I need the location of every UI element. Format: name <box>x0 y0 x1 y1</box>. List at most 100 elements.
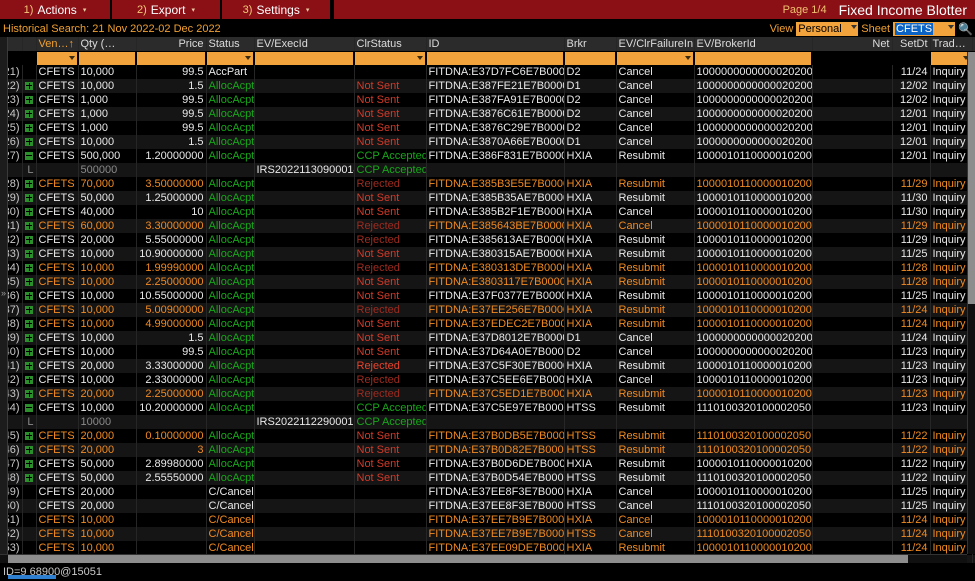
expand-row-icon[interactable] <box>22 78 37 93</box>
table-row[interactable]: 33) CFETS 10,000 10.90000000 AllocAcpt Not Se… <box>0 246 975 261</box>
column-header-qty[interactable]: Qty (… <box>78 37 137 52</box>
column-header-execid[interactable]: EV/ExecId <box>254 37 355 52</box>
table-row[interactable]: 34) CFETS 10,000 1.99990000 AllocAcpt Rejecte… <box>0 260 975 275</box>
expand-row-icon[interactable] <box>22 274 37 289</box>
expand-row-icon[interactable] <box>22 92 37 107</box>
table-row[interactable]: 43) CFETS 20,000 2.25000000 AllocAcpt Rejecte… <box>0 386 975 401</box>
collapse-row-icon[interactable] <box>22 148 37 163</box>
column-header-id[interactable]: ID <box>426 37 565 52</box>
horizontal-scrollbar[interactable] <box>0 554 967 563</box>
expand-row-icon[interactable] <box>22 176 37 191</box>
table-row[interactable]: 52) CFETS 10,000 C/Cancel FITDNA:E37EE7B9E7B… <box>0 526 975 541</box>
column-filter-brokerid[interactable] <box>694 51 813 65</box>
menu-export-button[interactable]: 2) Export ▾ <box>112 0 222 19</box>
expand-row-icon[interactable] <box>22 358 37 373</box>
expand-row-icon[interactable] <box>22 232 37 247</box>
table-row[interactable]: 38) CFETS 10,000 4.99000000 AllocAcpt Not Sen… <box>0 316 975 331</box>
column-header-clr[interactable]: ClrStatus <box>354 37 427 52</box>
table-row[interactable]: 46) CFETS 20,000 3 AllocAcpt Not Sent FITDNA:E… <box>0 442 975 457</box>
search-icon[interactable]: 🔍 <box>958 22 973 36</box>
table-row[interactable]: 36) CFETS 10,000 10.55000000 AllocAcpt Not Se… <box>0 288 975 303</box>
table-row[interactable]: 50) CFETS 20,000 C/Cancel FITDNA:E37EE8F3E7B… <box>0 498 975 513</box>
table-row[interactable]: 53) CFETS 10,000 C/Cancel FITDNA:E37EE09DE7B… <box>0 540 975 555</box>
table-row[interactable]: 26) CFETS 10,000 1.5 AllocAcpt Not Sent FITDNA… <box>0 134 975 149</box>
expand-row-icon[interactable] <box>22 218 37 233</box>
expand-row-icon[interactable] <box>22 288 37 303</box>
vertical-scrollbar[interactable] <box>967 52 975 554</box>
table-row[interactable]: 37) CFETS 10,000 5.00900000 AllocAcpt Rejecte… <box>0 302 975 317</box>
table-row[interactable]: 21) CFETS 10,000 99.5 AccPart FITDNA:E37D7FC6… <box>0 64 975 79</box>
table-row[interactable]: 30) CFETS 40,000 10 AllocAcpt Not Sent FITDNA:… <box>0 204 975 219</box>
expand-row-icon[interactable] <box>22 260 37 275</box>
table-body[interactable]: 21) CFETS 10,000 99.5 AccPart FITDNA:E37D7FC6… <box>0 64 975 563</box>
expand-row-icon[interactable] <box>22 302 37 317</box>
vertical-scroll-thumb[interactable] <box>968 52 975 304</box>
column-filter-id[interactable] <box>426 51 565 65</box>
blotter-grid[interactable]: Ven…↑ Qty (… Price Status EV/ExecId ClrStatus… <box>0 37 975 563</box>
column-filter-trad[interactable] <box>930 51 973 65</box>
table-row[interactable]: 49) CFETS 20,000 C/Cancel FITDNA:E37EE8F3E7B… <box>0 484 975 499</box>
table-row[interactable]: 27) CFETS 500,000 1.20000000 AllocAcpt CCP Ac… <box>0 148 975 163</box>
table-row[interactable]: 22) CFETS 10,000 1.5 AllocAcpt Not Sent FITDNA… <box>0 78 975 93</box>
expand-left-chevron-icon[interactable]: » <box>1 288 6 298</box>
table-row[interactable]: 28) CFETS 70,000 3.50000000 AllocAcpt Rejecte… <box>0 176 975 191</box>
table-row[interactable]: 32) CFETS 20,000 5.55000000 AllocAcpt Rejecte… <box>0 232 975 247</box>
sheet-dropdown[interactable]: CFETS <box>893 21 956 36</box>
column-filter-ven[interactable] <box>36 51 79 65</box>
column-filter-clr[interactable] <box>354 51 427 65</box>
column-filter-row[interactable] <box>0 51 975 65</box>
expand-row-icon[interactable] <box>22 372 37 387</box>
expand-row-icon[interactable] <box>22 316 37 331</box>
column-filter-execid[interactable] <box>254 51 355 65</box>
column-header-ven[interactable]: Ven…↑ <box>36 37 79 52</box>
table-row[interactable]: 48) CFETS 50,000 2.55550000 AllocAcpt Not Sen… <box>0 470 975 485</box>
table-row[interactable]: 29) CFETS 50,000 1.25000000 AllocAcpt Not Sen… <box>0 190 975 205</box>
expand-row-icon[interactable] <box>22 246 37 261</box>
column-filter-clrfail[interactable] <box>616 51 695 65</box>
column-filter-qty[interactable] <box>78 51 137 65</box>
column-header-net[interactable]: Net <box>812 37 893 52</box>
table-row[interactable]: 24) CFETS 1,000 99.5 AllocAcpt Not Sent FITDNA… <box>0 106 975 121</box>
expand-row-icon[interactable] <box>22 344 37 359</box>
column-header-setdt[interactable]: SetDt <box>892 37 931 52</box>
column-filter-net[interactable] <box>812 51 893 65</box>
expand-row-icon[interactable] <box>22 134 37 149</box>
column-filter-setdt[interactable] <box>892 51 931 65</box>
menu-settings-button[interactable]: 3) Settings ▾ <box>222 0 332 19</box>
column-header-status[interactable]: Status <box>206 37 255 52</box>
expand-row-icon[interactable] <box>22 428 37 443</box>
table-row[interactable]: 39) CFETS 10,000 1.5 AllocAcpt Not Sent FITDNA… <box>0 330 975 345</box>
column-filter-price[interactable] <box>136 51 207 65</box>
expand-row-icon[interactable] <box>22 204 37 219</box>
expand-row-icon[interactable] <box>22 456 37 471</box>
column-header-trad[interactable]: Trad… <box>930 37 973 52</box>
table-row[interactable]: L 10000 IRS20221122900016 CCP Accepted <box>0 414 975 429</box>
column-filter-brkr[interactable] <box>564 51 617 65</box>
table-row[interactable]: 31) CFETS 60,000 3.30000000 AllocAcpt Rejecte… <box>0 218 975 233</box>
table-row[interactable]: 51) CFETS 10,000 C/Cancel FITDNA:E37EE7B9E7B… <box>0 512 975 527</box>
expand-row-icon[interactable] <box>22 470 37 485</box>
table-row[interactable]: 23) CFETS 1,000 99.5 AllocAcpt Not Sent FITDNA… <box>0 92 975 107</box>
table-row[interactable]: 25) CFETS 1,000 99.5 AllocAcpt Not Sent FITDNA… <box>0 120 975 135</box>
table-row[interactable]: 47) CFETS 50,000 2.89980000 AllocAcpt Not Sen… <box>0 456 975 471</box>
menu-actions-button[interactable]: 1) Actions ▾ <box>0 0 112 19</box>
table-row[interactable]: 42) CFETS 10,000 2.33000000 AllocAcpt Rejecte… <box>0 372 975 387</box>
table-row[interactable]: 44) CFETS 10,000 10.20000000 AllocAcpt CCP Ac… <box>0 400 975 415</box>
table-row[interactable]: 35) CFETS 10,000 2.25000000 AllocAcpt Not Sen… <box>0 274 975 289</box>
table-row[interactable]: L 500000 IRS20221130900014 CCP Accepted <box>0 162 975 177</box>
table-row[interactable]: 41) CFETS 20,000 3.33000000 AllocAcpt Rejecte… <box>0 358 975 373</box>
expand-row-icon[interactable] <box>22 120 37 135</box>
view-dropdown[interactable]: Personal <box>796 21 859 36</box>
column-filter-status[interactable] <box>206 51 255 65</box>
column-header-brkr[interactable]: Brkr <box>564 37 617 52</box>
column-header-clrfail[interactable]: EV/ClrFailureIn… <box>616 37 695 52</box>
expand-row-icon[interactable] <box>22 442 37 457</box>
table-row[interactable]: 45) CFETS 20,000 0.10000000 AllocAcpt Not Sen… <box>0 428 975 443</box>
column-header-brokerid[interactable]: EV/BrokerId <box>694 37 813 52</box>
horizontal-scroll-thumb[interactable] <box>8 555 908 563</box>
expand-row-icon[interactable] <box>22 330 37 345</box>
column-header-row[interactable]: Ven…↑ Qty (… Price Status EV/ExecId ClrStatus… <box>0 37 975 52</box>
expand-row-icon[interactable] <box>22 386 37 401</box>
expand-row-icon[interactable] <box>22 106 37 121</box>
expand-row-icon[interactable] <box>22 190 37 205</box>
